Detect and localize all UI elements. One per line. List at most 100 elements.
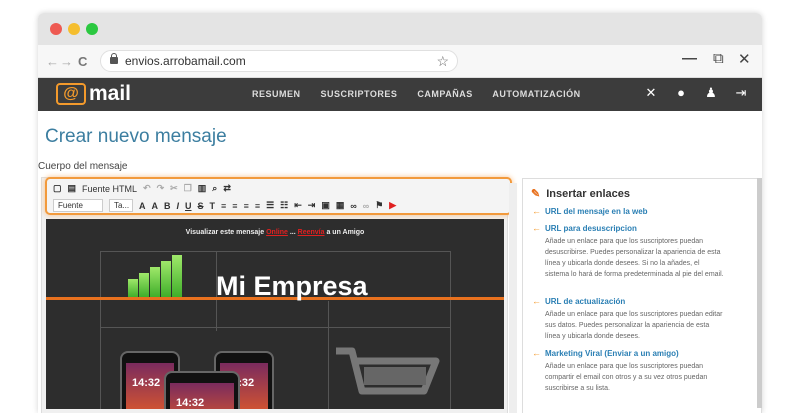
cut-icon[interactable]: ✂ <box>170 183 178 194</box>
align-left-icon[interactable]: ≡ <box>221 201 226 211</box>
app-navbar: @ mail RESUMEN SUSCRIPTORES CAMPAÑAS AUT… <box>38 78 762 111</box>
cart-icon <box>336 347 440 395</box>
link-unsubscribe[interactable]: URL para desuscripcion <box>532 223 637 233</box>
bold-button[interactable]: B <box>164 201 171 211</box>
link-update[interactable]: URL de actualización <box>532 296 625 306</box>
main-menu: RESUMEN SUSCRIPTORES CAMPAÑAS AUTOMATIZA… <box>252 89 598 99</box>
new-page-icon[interactable]: ▢ <box>53 183 62 194</box>
grid-line <box>100 327 450 328</box>
logo-bar <box>161 261 171 297</box>
find-icon[interactable]: ⌕ <box>212 183 217 194</box>
grid-line <box>100 251 450 252</box>
italic-button[interactable]: I <box>177 201 180 211</box>
link-viral-desc: Añade un enlace para que los suscriptore… <box>545 363 708 392</box>
online-link[interactable]: Online <box>266 229 288 236</box>
pencil-icon: ✎ <box>531 188 541 200</box>
logo-bar <box>139 273 149 297</box>
panel-title: ✎ Insertar enlaces <box>531 187 630 200</box>
logo-bar <box>128 279 138 297</box>
menu-automatizacion[interactable]: AUTOMATIZACIÓN <box>492 89 580 99</box>
insert-links-panel: ✎ Insertar enlaces URL del mensaje en la … <box>522 178 762 413</box>
menu-suscriptores[interactable]: SUSCRIPTORES <box>321 89 398 99</box>
link-unsubscribe-desc: Añade un enlace para que los suscriptore… <box>545 238 724 278</box>
unlink-icon[interactable]: ∞ <box>363 201 369 211</box>
body-label: Cuerpo del mensaje <box>38 161 128 172</box>
minimize-icon[interactable]: — <box>682 50 697 67</box>
bullet-list-icon[interactable]: ☷ <box>280 200 288 211</box>
back-icon[interactable]: ← <box>46 54 59 69</box>
users-icon[interactable]: ♟ <box>704 86 718 100</box>
grid-line <box>450 251 451 409</box>
replace-icon[interactable]: ⇄ <box>223 183 231 194</box>
link-update-desc: Añade un enlace para que los suscriptore… <box>545 311 723 340</box>
address-bar[interactable]: envios.arrobamail.com ☆ <box>100 50 458 72</box>
minimize-dot[interactable] <box>68 23 80 35</box>
logo-text: mail <box>89 82 132 105</box>
indent-icon[interactable]: ⇥ <box>308 200 316 211</box>
paste-icon[interactable]: ▥ <box>198 183 207 194</box>
align-center-icon[interactable]: ≡ <box>232 201 237 211</box>
copy-icon[interactable]: ❐ <box>184 183 192 194</box>
undo-icon[interactable]: ↶ <box>143 183 151 194</box>
clear-format-icon[interactable]: T <box>210 201 216 211</box>
panel-title-text: Insertar enlaces <box>546 188 630 200</box>
size-select[interactable]: Ta... <box>109 199 133 212</box>
close-icon[interactable]: ✕ <box>738 50 751 68</box>
restore-icon[interactable]: ⧉ <box>713 50 724 67</box>
preview-text-end: a un Amigo <box>326 229 365 236</box>
youtube-icon[interactable]: ▶ <box>389 200 396 211</box>
anchor-icon[interactable]: ⚑ <box>375 200 383 211</box>
browser-titlebar <box>38 13 762 45</box>
bg-color-icon[interactable]: A <box>152 201 159 211</box>
logo-at-icon: @ <box>56 83 86 105</box>
preview-sep: ... <box>289 229 296 236</box>
tools-icon[interactable]: ✕ <box>644 86 658 100</box>
underline-button[interactable]: U <box>185 201 192 211</box>
text-color-icon[interactable]: A <box>139 201 146 211</box>
email-preview[interactable]: Visualizar este mensaje Online ... Reenv… <box>46 219 504 409</box>
logout-icon[interactable]: ⇥ <box>734 86 748 100</box>
preview-header: Visualizar este mensaje Online ... Reenv… <box>46 229 504 236</box>
toolbar-row-1: ▢ ▤ Fuente HTML ↶ ↷ ✂ ❐ ▥ ⌕ ⇄ <box>53 183 231 194</box>
main-content: Crear nuevo mensaje Cuerpo del mensaje ▢… <box>38 111 762 413</box>
phone-image: 14:32 <box>164 371 240 409</box>
link-web-url[interactable]: URL del mensaje en la web <box>532 206 648 216</box>
font-select[interactable]: Fuente <box>53 199 103 212</box>
star-icon[interactable]: ☆ <box>436 51 449 71</box>
table-icon[interactable]: ▦ <box>336 200 345 211</box>
menu-campanas[interactable]: CAMPAÑAS <box>417 89 472 99</box>
zoom-dot[interactable] <box>86 23 98 35</box>
lock-icon <box>110 53 118 64</box>
close-dot[interactable] <box>50 23 62 35</box>
editor-scrollbar[interactable] <box>509 183 517 413</box>
source-icon[interactable]: ▤ <box>68 183 77 194</box>
logo-bar <box>150 267 160 297</box>
strike-button[interactable]: S <box>198 201 204 211</box>
link-viral[interactable]: Marketing Viral (Enviar a un amigo) <box>532 348 679 358</box>
address-url: envios.arrobamail.com <box>125 54 246 68</box>
phone-screen: 14:32 <box>170 383 234 409</box>
image-icon[interactable]: ▣ <box>321 200 330 211</box>
numbered-list-icon[interactable]: ☰ <box>266 200 274 211</box>
outdent-icon[interactable]: ⇤ <box>294 200 302 211</box>
browser-window: ← → C envios.arrobamail.com ☆ — ⧉ ✕ @ ma… <box>38 13 762 413</box>
page-title: Crear nuevo mensaje <box>45 126 227 147</box>
forward-link[interactable]: Reenvía <box>298 229 325 236</box>
justify-icon[interactable]: ≡ <box>255 201 260 211</box>
user-icon[interactable]: ● <box>674 86 688 100</box>
editor-toolbar: ▢ ▤ Fuente HTML ↶ ↷ ✂ ❐ ▥ ⌕ ⇄ Fuente Ta.… <box>45 177 512 215</box>
link-icon[interactable]: ∞ <box>350 201 356 211</box>
grid-line <box>100 251 101 409</box>
reload-icon[interactable]: C <box>78 54 87 69</box>
menu-resumen[interactable]: RESUMEN <box>252 89 301 99</box>
app-logo[interactable]: @ mail <box>56 81 131 107</box>
logo-bar <box>172 255 182 297</box>
forward-icon[interactable]: → <box>60 54 73 69</box>
source-button[interactable]: Fuente HTML <box>82 184 137 194</box>
address-row: ← → C envios.arrobamail.com ☆ — ⧉ ✕ <box>38 45 762 78</box>
brand-name: Mi Empresa <box>216 271 368 301</box>
align-right-icon[interactable]: ≡ <box>244 201 249 211</box>
preview-text: Visualizar este mensaje <box>185 229 265 236</box>
redo-icon[interactable]: ↷ <box>157 183 165 194</box>
panel-scrollbar[interactable] <box>757 178 762 408</box>
